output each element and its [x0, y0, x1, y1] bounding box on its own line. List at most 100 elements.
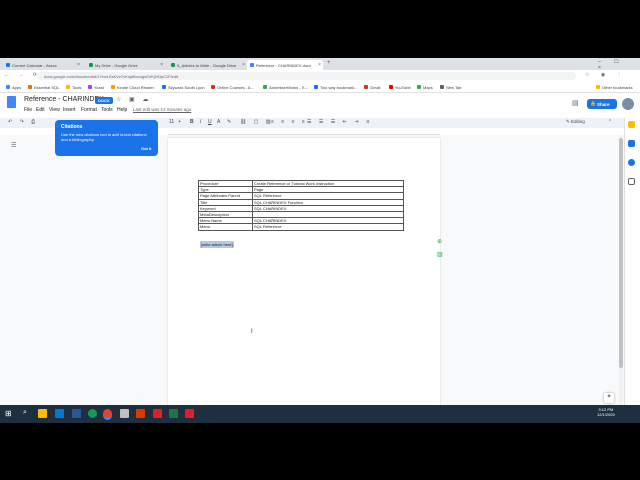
tasks-icon[interactable]: [628, 159, 635, 166]
folder-icon: [66, 85, 70, 89]
link-comment-image-icon[interactable]: ⛓ ▢ ▨: [240, 119, 274, 125]
bookmark-label: Apps: [12, 85, 22, 90]
editing-mode-dropdown[interactable]: ✎ Editing: [566, 119, 585, 125]
citations-popup: Citations Use the new citations tool to …: [55, 120, 158, 156]
tab-label: Reference - CHARINDEX.docx: [256, 63, 312, 68]
app-icon[interactable]: [185, 409, 194, 418]
bookmark-gmail[interactable]: Gmail: [364, 85, 380, 90]
docx-badge: DOCX: [95, 97, 113, 104]
collapse-toolbar-icon[interactable]: ⌃: [608, 119, 612, 125]
reference-table[interactable]: Procedure Create Reference or Tutorial Wo…: [198, 179, 404, 231]
menu-help[interactable]: Help: [117, 107, 127, 113]
avatar[interactable]: [622, 98, 634, 110]
highlight-icon[interactable]: ✎: [227, 119, 231, 125]
table-row: Menu SQL Reference: [198, 223, 404, 231]
new-tab-icon[interactable]: +: [327, 60, 331, 66]
file-explorer-icon[interactable]: [38, 409, 47, 418]
explore-icon[interactable]: ✦: [604, 393, 614, 403]
bookmark-new-tab[interactable]: New Tab: [440, 85, 462, 90]
scrollbar-thumb[interactable]: [619, 138, 623, 368]
app-icon[interactable]: [120, 409, 129, 418]
menu-edit[interactable]: Edit: [36, 107, 45, 113]
edge-icon[interactable]: [88, 409, 97, 418]
comments-icon[interactable]: ▤: [572, 99, 579, 107]
bold-icon[interactable]: B: [190, 119, 194, 125]
docs-logo-icon[interactable]: [7, 96, 16, 108]
bookmark-label: Online Courses - A...: [217, 85, 254, 90]
popup-body: Use the new citations tool to add in-tex…: [61, 132, 147, 142]
bookmark-icon: [88, 85, 92, 89]
table-cell[interactable]: SQL Reference: [252, 223, 404, 231]
bookmark-online-courses[interactable]: Online Courses - A...: [211, 85, 254, 90]
tab-label: 0_Articles to Write - Google Drive: [177, 63, 237, 68]
italic-icon[interactable]: I: [200, 119, 201, 125]
chrome-icon[interactable]: [103, 409, 112, 418]
bookmark-kindle[interactable]: Kindle Cloud Reader: [111, 85, 154, 90]
browser-tab-calendar[interactable]: Current Calendar - Assoc ×: [3, 60, 82, 70]
close-icon[interactable]: ×: [242, 62, 245, 68]
screen: Current Calendar - Assoc × My Drive - Go…: [0, 58, 640, 423]
search-icon[interactable]: ⌕: [23, 409, 27, 417]
powerpoint-icon[interactable]: [136, 409, 145, 418]
menu-view[interactable]: View: [49, 107, 60, 113]
bookmark-essential-sql[interactable]: Essential SQL: [28, 85, 59, 90]
bookmark-tools[interactable]: Tools: [66, 85, 81, 90]
bookmark-maps[interactable]: Maps: [417, 85, 433, 90]
underline-icon[interactable]: U: [208, 119, 212, 125]
keep-icon[interactable]: [628, 121, 635, 128]
calendar-icon[interactable]: [628, 140, 635, 147]
add-comment-icon[interactable]: ⊕: [437, 238, 442, 245]
bookmark-icon: [211, 85, 215, 89]
document-title[interactable]: Reference - CHARINDEX: [24, 96, 104, 103]
bookmark-youtube[interactable]: YouTube: [389, 85, 411, 90]
selected-placeholder-text[interactable]: [write article here]: [200, 241, 234, 248]
align-icons[interactable]: ≡ ≡ ≡ ≡: [271, 119, 308, 125]
browser-tab-articles[interactable]: 0_Articles to Write - Google Drive ×: [168, 60, 247, 70]
apps-icon: [6, 85, 10, 89]
table-cell[interactable]: Menu: [198, 223, 253, 231]
kindle-icon: [111, 85, 115, 89]
bookmark-advertiserworks[interactable]: AdvertiserWorks - S...: [263, 85, 308, 90]
url-input[interactable]: docs.google.com/document/d/1YbeLSsKVz7vK…: [36, 72, 576, 80]
clock-date: 12/1/2020: [597, 412, 615, 417]
font-size-plus-icon[interactable]: +: [178, 119, 181, 125]
ruler[interactable]: [168, 129, 440, 135]
bookmark-label: New Tab: [446, 85, 462, 90]
undo-redo-print-icon[interactable]: ↶ ↷ ⎙: [8, 119, 38, 125]
menu-tools[interactable]: Tools: [101, 107, 113, 113]
browser-tab-strip: Current Calendar - Assoc × My Drive - Go…: [0, 58, 640, 71]
system-clock[interactable]: 9:12 PM 12/1/2020: [597, 407, 615, 417]
bookmark-apps[interactable]: Apps: [6, 85, 21, 90]
star-folder-cloud-icon[interactable]: ☆ ▣ ☁: [116, 96, 151, 103]
close-icon[interactable]: ×: [160, 62, 163, 68]
last-edit-link[interactable]: Last edit was 13 minutes ago: [133, 107, 191, 112]
outlook-icon[interactable]: [55, 409, 64, 418]
bookmark-label: Kindle Cloud Reader: [117, 85, 154, 90]
gmail-icon: [364, 85, 368, 89]
other-bookmarks[interactable]: Other bookmarks: [596, 85, 633, 90]
bookmark-skyward[interactable]: Skyward South Lyon: [162, 85, 205, 90]
close-icon[interactable]: ×: [318, 62, 321, 68]
browser-tab-reference[interactable]: Reference - CHARINDEX.docx ×: [247, 60, 323, 70]
close-icon[interactable]: ×: [77, 62, 80, 68]
font-size-input[interactable]: 11: [169, 119, 174, 125]
excel-icon[interactable]: [169, 409, 178, 418]
menu-file[interactable]: File: [24, 107, 32, 113]
bookmark-two-way[interactable]: Two way bookmark...: [314, 85, 358, 90]
lock-icon: 🔒: [590, 101, 597, 107]
suggest-edit-icon[interactable]: ▨: [437, 251, 443, 258]
browser-tab-my-drive[interactable]: My Drive - Google Drive ×: [86, 60, 165, 70]
windows-start-icon[interactable]: ⊞: [5, 409, 12, 418]
bookmark-label: AdvertiserWorks - S...: [269, 85, 308, 90]
menu-insert[interactable]: Insert: [63, 107, 76, 113]
outline-icon[interactable]: ☰: [11, 142, 16, 149]
got-it-button[interactable]: Got it: [141, 146, 151, 151]
word-icon[interactable]: [72, 409, 81, 418]
extensions-icon[interactable]: ☆ ◉ ⋮: [585, 72, 627, 78]
text-color-icon[interactable]: A: [217, 119, 220, 125]
add-on-icon[interactable]: [628, 178, 635, 185]
list-icons[interactable]: ☰ ☰ ☰ ⇤ ⇥ ⨯: [307, 119, 373, 125]
app-icon[interactable]: [153, 409, 162, 418]
menu-format[interactable]: Format: [81, 107, 97, 113]
bookmark-yoast[interactable]: Yoast: [88, 85, 104, 90]
